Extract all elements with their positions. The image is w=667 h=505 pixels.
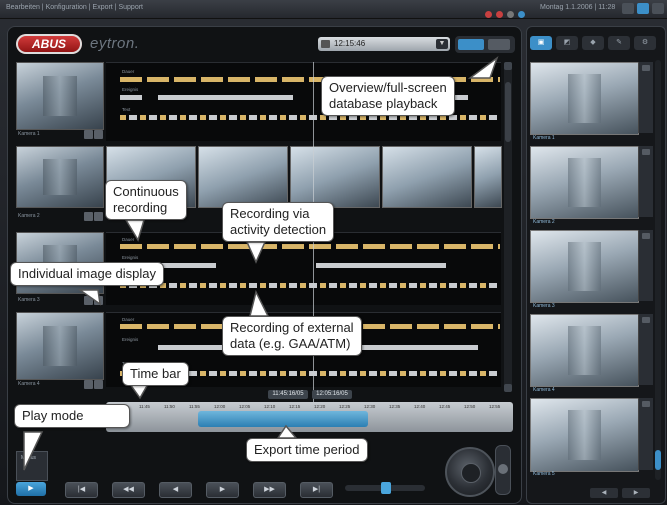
callout-external: Recording of external data (e.g. GAA/ATM… [222,316,362,356]
callout-pointer [249,289,270,317]
callout-pointer [245,241,267,264]
callout-export: Export time period [246,438,368,462]
callout-external-text: Recording of external data (e.g. GAA/ATM… [230,320,354,351]
callout-pointer [276,424,298,439]
callout-continuous-text: Continuous recording [113,184,179,215]
callout-activity: Recording via activity detection [222,202,335,242]
callout-activity-text: Recording via activity detection [230,206,327,237]
callout-pointer [77,289,101,306]
callout-playmode-text: Play mode [22,408,84,423]
callout-playmode: Play mode [14,404,130,428]
callout-overview-text: Overview/full-screen database playback [329,80,447,111]
callout-overview: Overview/full-screen database playback [321,76,455,116]
callout-individual-text: Individual image display [18,266,157,281]
callout-pointer [23,431,44,471]
callout-pointer [124,219,146,242]
callout-continuous: Continuous recording [105,180,187,220]
callout-export-text: Export time period [254,442,360,457]
callout-pointer [128,383,150,400]
callout-pointer [467,55,499,79]
callout-timebar-text: Time bar [130,366,181,381]
callout-individual: Individual image display [10,262,165,286]
callout-timebar: Time bar [122,362,189,386]
